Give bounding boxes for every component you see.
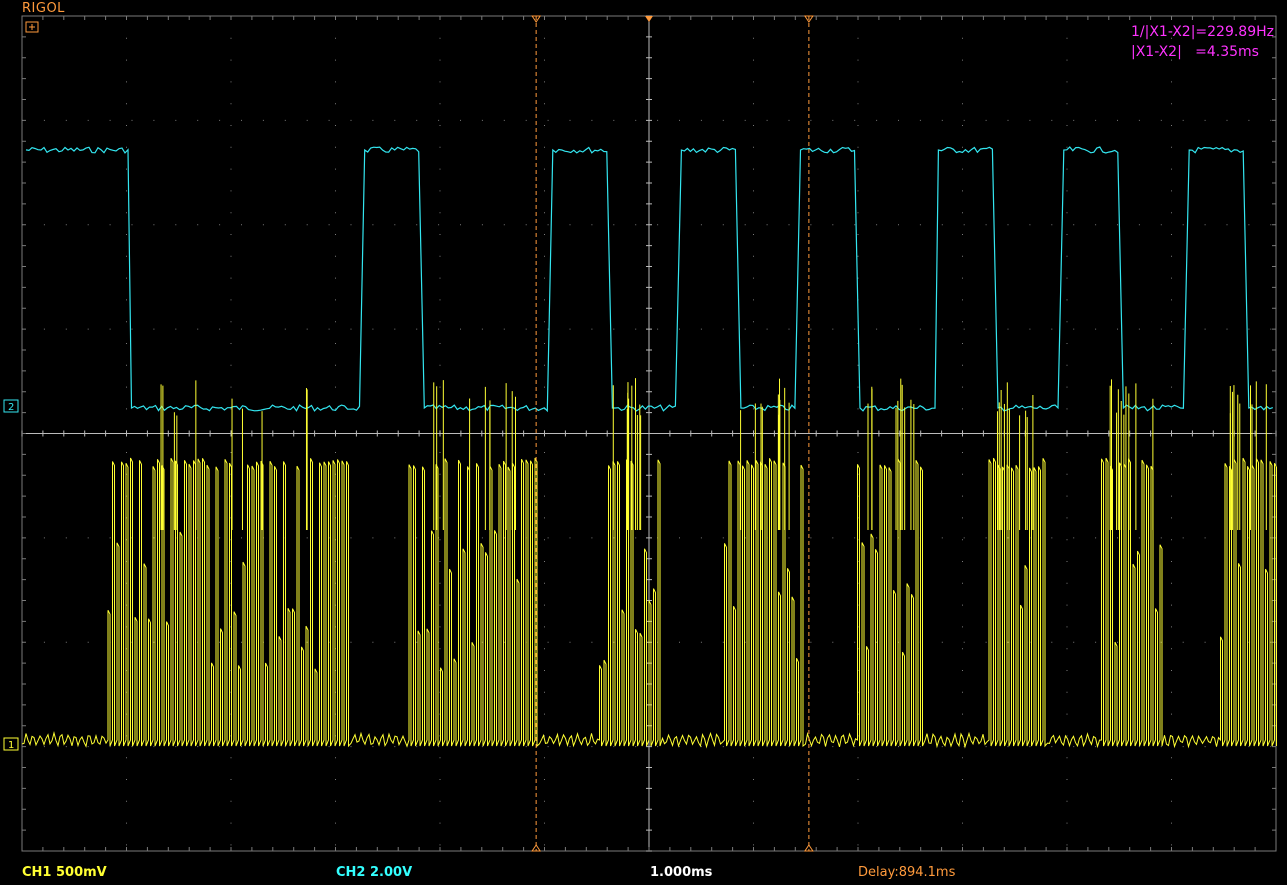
cursor-frequency: 1/|X1-X2|=229.89Hz [1131, 24, 1275, 40]
ch1-marker-label: 1 [8, 740, 14, 751]
cursor-delta: |X1-X2| =4.35ms [1131, 44, 1259, 60]
ch2-marker-label: 2 [8, 402, 14, 413]
brand-logo: RIGOL [22, 1, 65, 16]
status-bar: CH1 500mV CH2 2.00V 1.000ms Delay:894.1m… [0, 863, 1287, 885]
timebase[interactable]: 1.000ms [650, 865, 712, 880]
oscilloscope-screen: 2 1 [0, 0, 1287, 885]
delay-readout[interactable]: Delay:894.1ms [858, 865, 955, 880]
ch1-scale[interactable]: CH1 500mV [22, 865, 107, 880]
ch2-scale[interactable]: CH2 2.00V [336, 865, 412, 880]
cursor-readout: 1/|X1-X2|=229.89Hz |X1-X2| =4.35ms [1131, 22, 1281, 62]
